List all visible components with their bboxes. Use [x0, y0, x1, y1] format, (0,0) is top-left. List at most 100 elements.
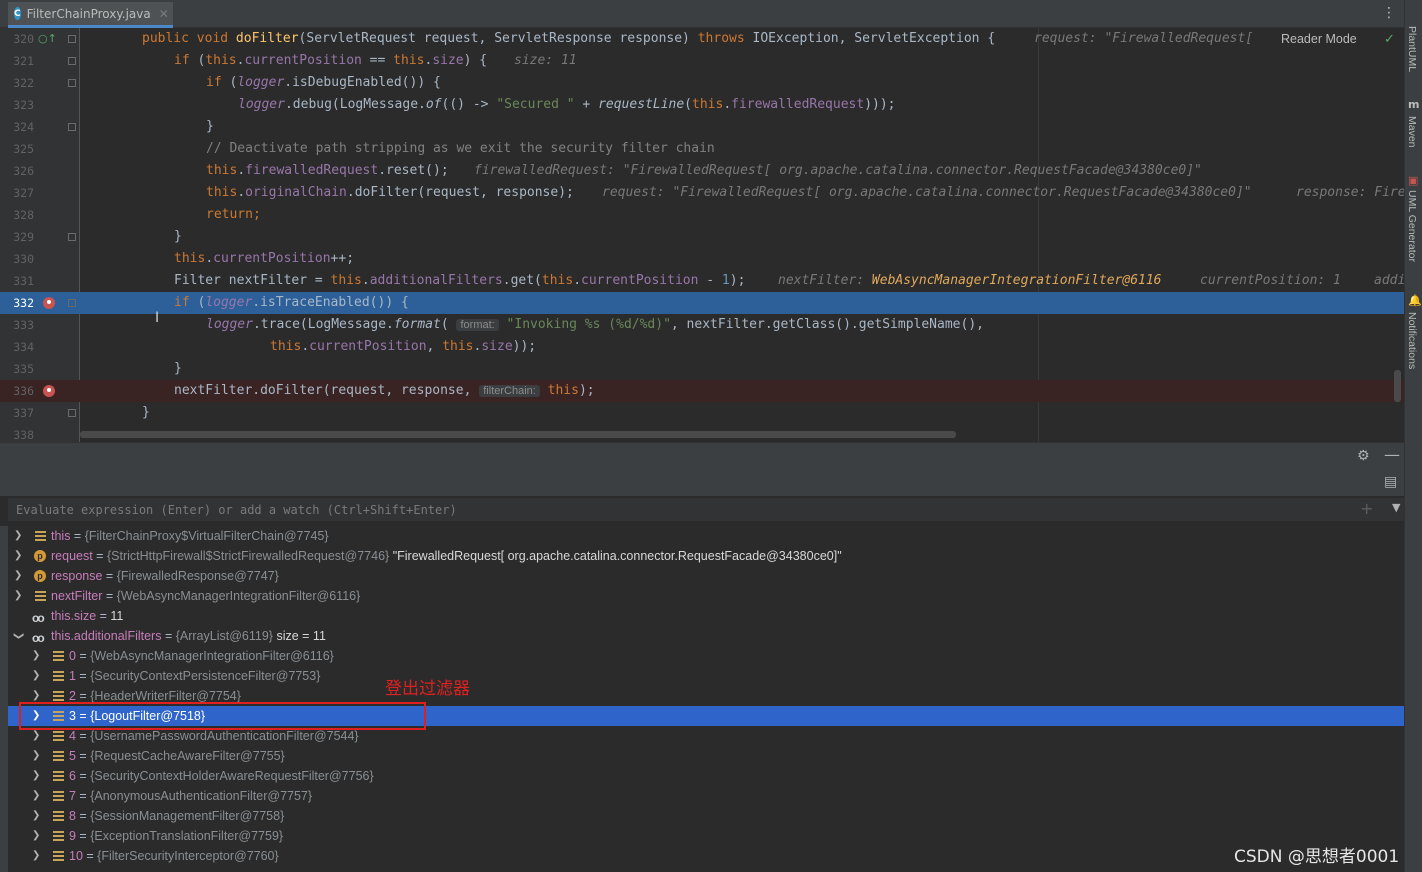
vertical-scrollbar[interactable]	[1394, 370, 1401, 402]
notifications-tool-button[interactable]: Notifications	[1406, 312, 1418, 369]
parameter-hint: filterChain:	[479, 385, 540, 397]
code-line[interactable]: 333 logger.trace(LogMessage.format( form…	[0, 314, 1404, 336]
expand-arrow-icon[interactable]: ❯	[32, 826, 40, 846]
list-item[interactable]: ❯ 7 = {AnonymousAuthenticationFilter@775…	[8, 786, 1404, 806]
variable-name: request	[51, 549, 93, 563]
list-item[interactable]: ❯ 8 = {SessionManagementFilter@7758}	[8, 806, 1404, 826]
expand-arrow-icon[interactable]: ❯	[14, 526, 22, 546]
gear-icon[interactable]: ⚙	[1357, 448, 1370, 464]
expand-arrow-icon[interactable]: ❯	[14, 566, 22, 586]
fold-marker-icon[interactable]	[68, 409, 76, 417]
add-watch-icon[interactable]: +	[1360, 499, 1373, 518]
code-line[interactable]: 327 this.originalChain.doFilter(request,…	[0, 182, 1404, 204]
implementation-marker-icon[interactable]: ○↑	[38, 32, 57, 45]
code-line[interactable]: 326 this.firewalledRequest.reset(); fire…	[0, 160, 1404, 182]
line-number: 328	[13, 208, 34, 222]
watch-row[interactable]: ❯ oo this.additionalFilters = {ArrayList…	[8, 626, 1404, 646]
field-icon	[53, 671, 64, 681]
item-index: 2	[69, 689, 76, 703]
line-number: 322	[13, 76, 34, 90]
expand-arrow-icon[interactable]: ❯	[32, 786, 40, 806]
uml-generator-tool-button[interactable]: UML Generator	[1406, 190, 1418, 262]
fold-marker-icon[interactable]	[68, 57, 76, 65]
variable-row[interactable]: ❯ nextFilter = {WebAsyncManagerIntegrati…	[8, 586, 1404, 606]
list-item[interactable]: ❯ 9 = {ExceptionTranslationFilter@7759}	[8, 826, 1404, 846]
code-line[interactable]: 330 this.currentPosition++;	[0, 248, 1404, 270]
inline-debug-hint: response: Fire	[1296, 185, 1404, 200]
plantuml-tool-button[interactable]: PlantUML	[1406, 26, 1418, 72]
code-line[interactable]: 329 }	[0, 226, 1404, 248]
code-text: Filter nextFilter = this.additionalFilte…	[174, 273, 746, 288]
variable-row[interactable]: ❯ p response = {FirewalledResponse@7747}	[8, 566, 1404, 586]
expand-arrow-icon[interactable]: ❯	[14, 546, 22, 566]
minimize-icon[interactable]: —	[1384, 445, 1400, 464]
variable-name: this	[51, 529, 71, 543]
code-line[interactable]: 328 return;	[0, 204, 1404, 226]
watch-row[interactable]: oo this.size = 11	[8, 606, 1404, 626]
breakpoint-icon[interactable]	[43, 297, 55, 309]
variable-name: this.size	[51, 609, 97, 623]
list-item[interactable]: ❯ 5 = {RequestCacheAwareFilter@7755}	[8, 746, 1404, 766]
list-item[interactable]: ❯ 1 = {SecurityContextPersistenceFilter@…	[8, 666, 1404, 686]
list-item[interactable]: ❯ 10 = {FilterSecurityInterceptor@7760}	[8, 846, 1404, 866]
line-number: 338	[13, 428, 34, 442]
close-icon[interactable]: ✕	[159, 7, 169, 21]
check-icon[interactable]: ✓	[1384, 32, 1395, 47]
line-number: 321	[13, 54, 34, 68]
breakpoint-line[interactable]: 336 nextFilter.doFilter(request, respons…	[0, 380, 1404, 402]
item-index: 9	[69, 829, 76, 843]
inline-debug-hint: addi	[1374, 273, 1404, 288]
code-line[interactable]: 325 // Deactivate path stripping as we e…	[0, 138, 1404, 160]
code-editor[interactable]: 320 ○↑ public void doFilter(ServletReque…	[0, 28, 1404, 442]
more-options-icon[interactable]: ⋮	[1382, 5, 1396, 21]
variable-string-value: "FirewalledRequest[ org.apache.catalina.…	[392, 549, 842, 563]
chevron-down-icon[interactable]: ▼	[1392, 501, 1400, 514]
current-execution-line[interactable]: 332 if (logger.isTraceEnabled()) {	[0, 292, 1404, 314]
layout-settings-icon[interactable]: ▤	[1384, 474, 1397, 490]
collapse-arrow-icon[interactable]: ❯	[8, 632, 28, 640]
list-item[interactable]: ❯ 0 = {WebAsyncManagerIntegrationFilter@…	[8, 646, 1404, 666]
expand-arrow-icon[interactable]: ❯	[14, 586, 22, 606]
code-line[interactable]: 331 Filter nextFilter = this.additionalF…	[0, 270, 1404, 292]
line-number: 329	[13, 230, 34, 244]
code-line[interactable]: 337 }	[0, 402, 1404, 424]
evaluate-expression-input[interactable]	[16, 501, 1336, 519]
expand-arrow-icon[interactable]: ❯	[32, 766, 40, 786]
horizontal-scrollbar[interactable]	[80, 431, 956, 438]
fold-marker-icon[interactable]	[68, 233, 76, 241]
java-class-icon: C	[14, 7, 21, 20]
expand-arrow-icon[interactable]: ❯	[32, 806, 40, 826]
line-number: 326	[13, 164, 34, 178]
fold-marker-icon[interactable]	[68, 35, 76, 43]
tab-filterchainproxy[interactable]: C FilterChainProxy.java ✕	[8, 2, 173, 28]
code-text: this.originalChain.doFilter(request, res…	[206, 185, 574, 200]
code-line[interactable]: 335 }	[0, 358, 1404, 380]
item-value: {RequestCacheAwareFilter@7755}	[90, 749, 285, 763]
item-index: 1	[69, 669, 76, 683]
uml-generator-icon: ▣	[1408, 174, 1419, 187]
fold-marker-icon[interactable]	[68, 299, 76, 307]
code-line[interactable]: 322 if (logger.isDebugEnabled()) {	[0, 72, 1404, 94]
fold-marker-icon[interactable]	[68, 123, 76, 131]
variable-row[interactable]: ❯ this = {FilterChainProxy$VirtualFilter…	[8, 526, 1404, 546]
fold-marker-icon[interactable]	[68, 79, 76, 87]
variable-name: nextFilter	[51, 589, 103, 603]
variable-row[interactable]: ❯ p request = {StrictHttpFirewall$Strict…	[8, 546, 1404, 566]
expand-arrow-icon[interactable]: ❯	[32, 646, 40, 666]
expand-arrow-icon[interactable]: ❯	[32, 846, 40, 866]
code-line[interactable]: 334 this.currentPosition, this.size));	[0, 336, 1404, 358]
code-line[interactable]: 323 logger.debug(LogMessage.of(() -> "Se…	[0, 94, 1404, 116]
reader-mode-button[interactable]: Reader Mode	[1281, 32, 1357, 46]
code-line[interactable]: 321 if (this.currentPosition == this.siz…	[0, 50, 1404, 72]
code-line[interactable]: 320 ○↑ public void doFilter(ServletReque…	[0, 28, 1404, 50]
item-value: {AnonymousAuthenticationFilter@7757}	[90, 789, 313, 803]
code-text: this.firewalledRequest.reset();	[206, 163, 449, 178]
maven-tool-button[interactable]: Maven	[1406, 116, 1418, 148]
item-value: {FilterSecurityInterceptor@7760}	[97, 849, 279, 863]
expand-arrow-icon[interactable]: ❯	[32, 746, 40, 766]
expand-arrow-icon[interactable]: ❯	[32, 666, 40, 686]
list-item[interactable]: ❯ 6 = {SecurityContextHolderAwareRequest…	[8, 766, 1404, 786]
breakpoint-icon[interactable]	[43, 385, 55, 397]
code-text: }	[174, 229, 182, 244]
code-line[interactable]: 324 }	[0, 116, 1404, 138]
